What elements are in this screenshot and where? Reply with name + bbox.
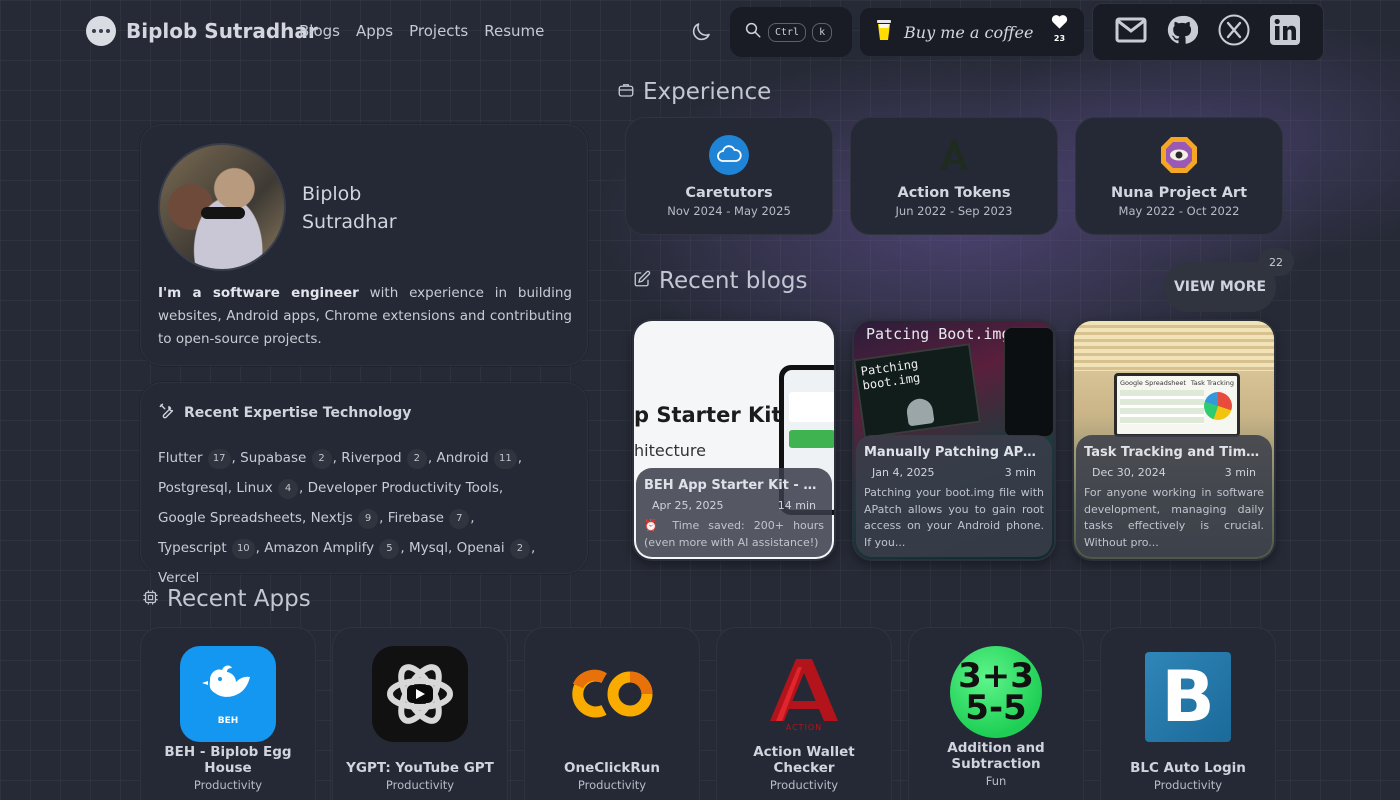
expertise-count-badge: 5 bbox=[379, 539, 400, 559]
avatar bbox=[158, 143, 286, 271]
theme-toggle-moon-icon[interactable] bbox=[689, 20, 713, 44]
expertise-count-badge: 10 bbox=[231, 539, 255, 559]
expertise-count-badge: 2 bbox=[406, 449, 427, 469]
nav-link-projects[interactable]: Projects bbox=[409, 22, 468, 40]
experience-heading: Experience bbox=[617, 79, 771, 105]
expertise-tag[interactable]: Developer Productivity Tools, bbox=[308, 480, 504, 496]
kbd-ctrl: Ctrl bbox=[768, 22, 807, 42]
beh-chicken-icon: BEH bbox=[180, 646, 276, 742]
recent-apps-heading: Recent Apps bbox=[142, 586, 311, 612]
x-icon[interactable] bbox=[1218, 14, 1250, 50]
expertise-count-badge: 17 bbox=[207, 449, 231, 469]
expertise-count-badge: 4 bbox=[278, 479, 298, 499]
experience-card-caretutors[interactable]: Caretutors Nov 2024 - May 2025 bbox=[625, 117, 833, 235]
expertise-tag[interactable]: Nextjs 9, bbox=[311, 509, 383, 529]
colab-icon bbox=[564, 646, 660, 742]
expertise-tag[interactable]: Firebase 7, bbox=[388, 509, 475, 529]
coffee-cup-icon bbox=[874, 18, 894, 46]
blog-read-time: 14 min bbox=[777, 499, 816, 512]
buy-me-coffee-button[interactable]: Buy me a coffee 23 bbox=[860, 8, 1084, 56]
blog-read-time: 3 min bbox=[1224, 466, 1256, 479]
experience-card-nuna-project-art[interactable]: Nuna Project Art May 2022 - Oct 2022 bbox=[1075, 117, 1283, 235]
brand[interactable]: Biplob Sutradhar bbox=[86, 16, 318, 46]
app-card-action-wallet-checker[interactable]: ACTION Action Wallet Checker Productivit… bbox=[716, 627, 892, 800]
expertise-count-badge: 9 bbox=[358, 509, 379, 529]
expertise-tag[interactable]: Android 11, bbox=[436, 449, 522, 469]
search-icon bbox=[744, 21, 762, 43]
blog-excerpt: ⏰ Time saved: 200+ hours (even more with… bbox=[644, 519, 824, 549]
experience-card-action-tokens[interactable]: Action Tokens Jun 2022 - Sep 2023 bbox=[850, 117, 1058, 235]
nav-link-resume[interactable]: Resume bbox=[484, 22, 544, 40]
blog-date: Apr 25, 2025 bbox=[652, 499, 724, 512]
linkedin-icon[interactable] bbox=[1269, 14, 1301, 50]
gmail-icon[interactable] bbox=[1115, 16, 1147, 48]
caretutors-logo-icon bbox=[709, 135, 749, 175]
search-button[interactable]: Ctrl k bbox=[730, 7, 852, 57]
blog-card-patching-apatch[interactable]: Patcing Boot.img Patching boot.img Manua… bbox=[852, 319, 1056, 561]
blog-info: BEH App Starter Kit - Buil... Apr 25, 20… bbox=[636, 468, 832, 557]
expertise-tag[interactable]: Supabase 2, bbox=[240, 449, 337, 469]
expertise-count-badge: 7 bbox=[449, 509, 470, 529]
expertise-tag[interactable]: Flutter 17, bbox=[158, 449, 236, 469]
kbd-k: k bbox=[812, 22, 833, 42]
expertise-tag[interactable]: Mysql, bbox=[409, 540, 452, 556]
app-card-oneclickrun[interactable]: OneClickRun Productivity bbox=[524, 627, 700, 800]
app-card-beh[interactable]: BEH BEH - Biplob Egg House Productivity bbox=[140, 627, 316, 800]
edit-icon bbox=[633, 268, 651, 294]
blog-date: Jan 4, 2025 bbox=[872, 466, 935, 479]
expertise-count-badge: 11 bbox=[493, 449, 517, 469]
profile-card: Biplob Sutradhar I'm a software engineer… bbox=[140, 124, 588, 366]
brand-name: Biplob Sutradhar bbox=[126, 19, 318, 43]
blog-card-task-tracking[interactable]: Google Spreadsheet Task Tracking Task Tra… bbox=[1072, 319, 1276, 561]
expertise-count-badge: 2 bbox=[509, 539, 530, 559]
action-tokens-logo-icon bbox=[934, 135, 974, 175]
main-nav: Blogs Apps Projects Resume bbox=[299, 22, 544, 40]
expertise-tag[interactable]: Linux 4, bbox=[236, 479, 303, 499]
heart-icon bbox=[1051, 14, 1068, 33]
briefcase-icon bbox=[617, 79, 635, 105]
blc-b-icon: B bbox=[1145, 652, 1231, 742]
nuna-logo-icon bbox=[1159, 135, 1199, 175]
like-button[interactable]: 23 bbox=[1051, 14, 1068, 43]
blog-card-beh-starter-kit[interactable]: p Starter Kit hitecture BEH App Starter … bbox=[632, 319, 836, 561]
expertise-card: Recent Expertise Technology Flutter 17, … bbox=[140, 382, 588, 586]
expertise-tag[interactable]: Vercel bbox=[158, 570, 199, 586]
blogs-count-badge: 22 bbox=[1258, 248, 1294, 276]
expertise-tag[interactable]: Postgresql, bbox=[158, 480, 232, 496]
expertise-tag[interactable]: Google Spreadsheets, bbox=[158, 510, 306, 526]
blog-info: Task Tracking and Time Ma... Dec 30, 202… bbox=[1076, 435, 1272, 557]
app-card-addition-subtraction[interactable]: 3+3 5-5 Addition and Subtraction Fun bbox=[908, 627, 1084, 800]
social-links bbox=[1092, 3, 1324, 61]
ygpt-openai-youtube-icon bbox=[372, 646, 468, 742]
action-logo-icon: ACTION bbox=[756, 646, 852, 742]
expertise-title: Recent Expertise Technology bbox=[158, 402, 411, 424]
math-icon: 3+3 5-5 bbox=[950, 646, 1042, 738]
blog-info: Manually Patching APatch ... Jan 4, 2025… bbox=[856, 435, 1052, 557]
tools-icon bbox=[158, 402, 176, 424]
blog-date: Dec 30, 2024 bbox=[1092, 466, 1166, 479]
expertise-count-badge: 2 bbox=[311, 449, 332, 469]
chip-icon bbox=[142, 586, 159, 612]
app-card-ygpt[interactable]: YGPT: YouTube GPT Productivity bbox=[332, 627, 508, 800]
expertise-tag[interactable]: Openai 2, bbox=[457, 539, 535, 559]
expertise-tag[interactable]: Amazon Amplify 5, bbox=[264, 539, 405, 559]
recent-blogs-heading: Recent blogs bbox=[633, 268, 807, 294]
like-count: 23 bbox=[1053, 34, 1066, 43]
profile-bio: I'm a software engineer with experience … bbox=[158, 285, 572, 347]
profile-name: Biplob Sutradhar bbox=[302, 183, 397, 233]
brand-logo-icon bbox=[86, 16, 116, 46]
github-icon[interactable] bbox=[1166, 14, 1199, 50]
expertise-tag[interactable]: Riverpod 2, bbox=[341, 449, 432, 469]
expertise-tag[interactable]: Typescript 10, bbox=[158, 539, 260, 559]
blog-excerpt: For anyone working in software developme… bbox=[1084, 486, 1264, 549]
coffee-label: Buy me a coffee bbox=[904, 22, 1034, 42]
blog-read-time: 3 min bbox=[1004, 466, 1036, 479]
nav-link-apps[interactable]: Apps bbox=[356, 22, 393, 40]
app-card-blc-auto-login[interactable]: B BLC Auto Login Productivity bbox=[1100, 627, 1276, 800]
blog-excerpt: Patching your boot.img file with APatch … bbox=[864, 486, 1044, 549]
nav-link-blogs[interactable]: Blogs bbox=[299, 22, 340, 40]
expertise-tags: Flutter 17, Supabase 2, Riverpod 2, Andr… bbox=[158, 443, 578, 593]
